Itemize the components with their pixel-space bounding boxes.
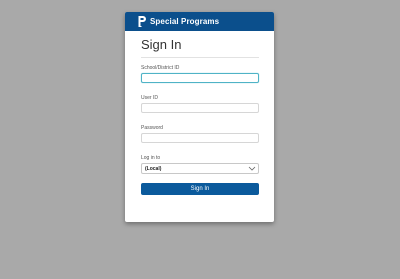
password-input[interactable] — [141, 133, 259, 143]
title-divider — [141, 57, 259, 58]
user-id-label: User ID — [141, 95, 158, 101]
brand-name: Special Programs — [150, 17, 220, 26]
card-header: Special Programs — [125, 12, 274, 31]
log-in-to-selected-value: (Local) — [145, 165, 162, 172]
p-logo-icon — [137, 15, 147, 28]
chevron-down-icon — [248, 166, 256, 171]
page-title: Sign In — [141, 37, 182, 52]
school-district-id-label: School/District ID — [141, 65, 180, 71]
school-district-id-input[interactable] — [141, 73, 259, 83]
sign-in-button[interactable]: Sign In — [141, 183, 259, 195]
card-body: Sign In School/District ID User ID Passw… — [125, 37, 274, 195]
log-in-to-label: Log in to — [141, 155, 161, 161]
log-in-to-select[interactable]: (Local) — [141, 163, 259, 174]
user-id-input[interactable] — [141, 103, 259, 113]
sign-in-card: Special Programs Sign In School/District… — [125, 12, 274, 222]
password-label: Password — [141, 125, 163, 131]
